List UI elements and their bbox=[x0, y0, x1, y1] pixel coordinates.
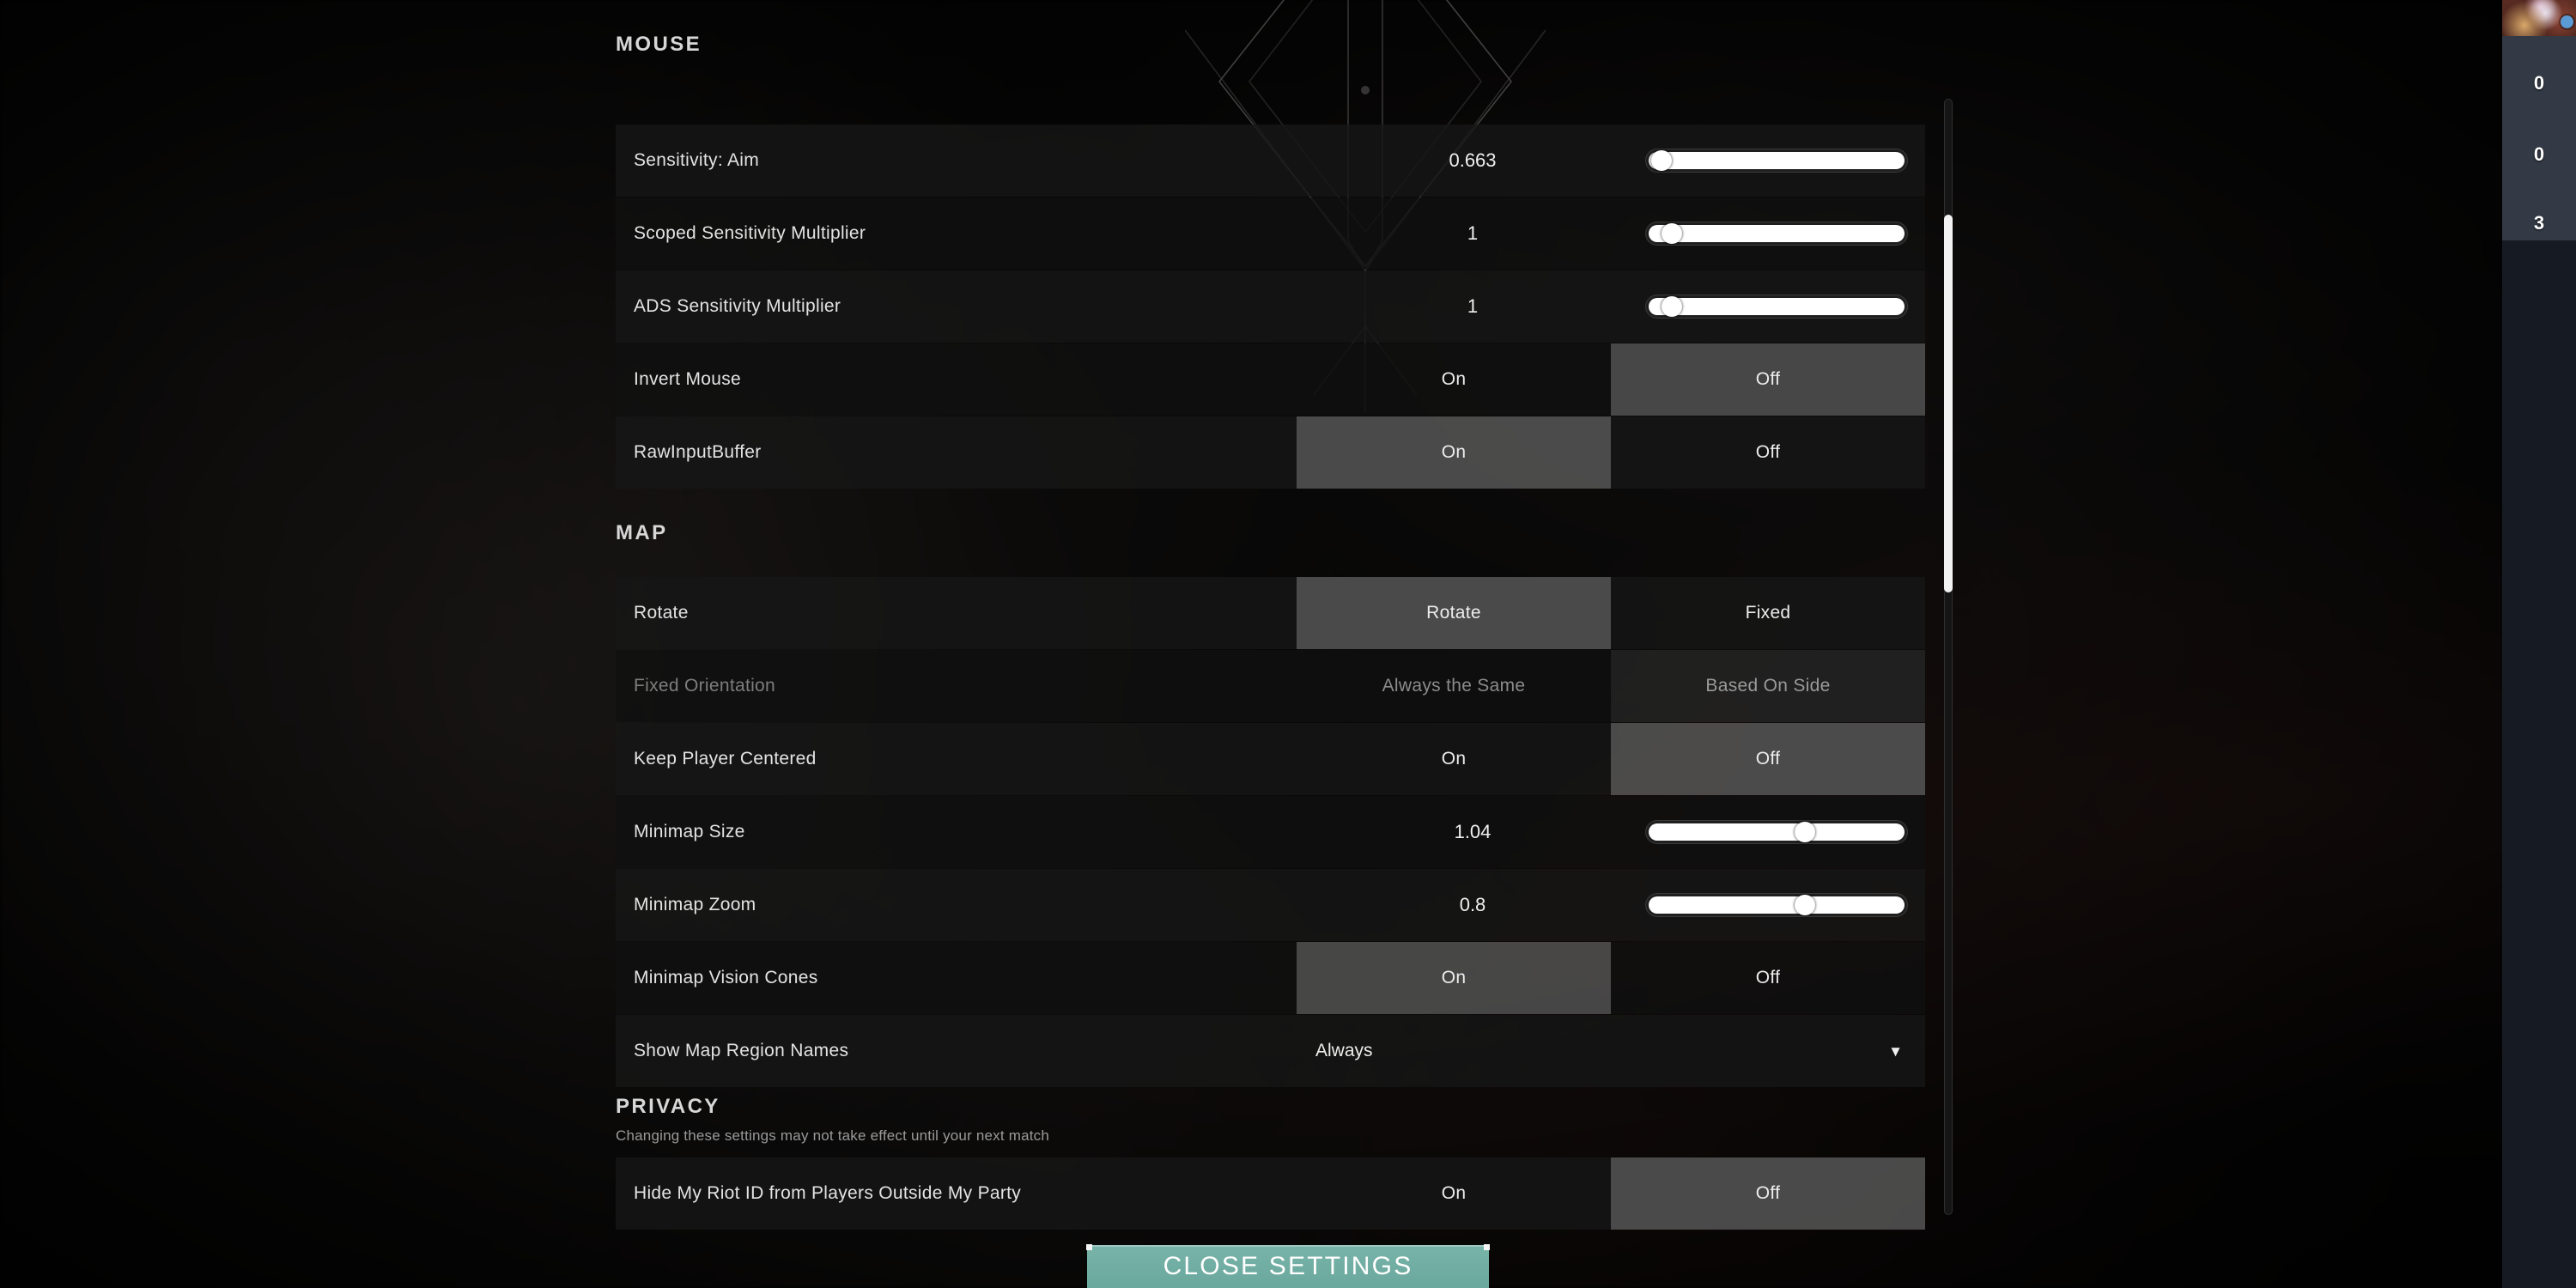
setting-label: Fixed Orientation bbox=[634, 676, 776, 696]
setting-label: ADS Sensitivity Multiplier bbox=[634, 296, 841, 316]
settings-row: ADS Sensitivity Multiplier 1 bbox=[616, 270, 1925, 343]
close-settings-button[interactable]: CLOSE SETTINGS bbox=[1086, 1244, 1490, 1288]
settings-row: Minimap Size 1.04 bbox=[616, 796, 1925, 868]
setting-dropdown[interactable]: Always ▼ bbox=[1297, 1015, 1925, 1087]
setting-control: On Off bbox=[1297, 1157, 1925, 1230]
settings-row: Invert Mouse On Off bbox=[616, 343, 1925, 416]
setting-control: 1 bbox=[1297, 197, 1925, 270]
setting-control: On Off bbox=[1297, 416, 1925, 489]
setting-control: 0.663 bbox=[1297, 125, 1925, 197]
toggle-option-on[interactable]: On bbox=[1297, 343, 1611, 416]
toggle-option-on[interactable]: On bbox=[1297, 723, 1611, 795]
setting-label: RawInputBuffer bbox=[634, 442, 762, 462]
player-stat-value: 0 bbox=[2533, 72, 2545, 94]
setting-control: Always ▼ bbox=[1297, 1015, 1925, 1087]
setting-value: 1.04 bbox=[1454, 821, 1492, 842]
setting-label: Minimap Vision Cones bbox=[634, 968, 818, 987]
setting-value: 0.663 bbox=[1449, 149, 1497, 171]
settings-row: Minimap Vision Cones On Off bbox=[616, 942, 1925, 1014]
setting-label: Minimap Zoom bbox=[634, 895, 756, 914]
toggle-option-always-the-same: Always the Same bbox=[1382, 676, 1526, 696]
setting-value: 0.8 bbox=[1459, 894, 1486, 915]
toggle-option-fixed[interactable]: Fixed bbox=[1611, 577, 1925, 649]
section-subtitle-privacy: Changing these settings may not take eff… bbox=[616, 1127, 1050, 1144]
setting-control: Rotate Fixed bbox=[1297, 577, 1925, 649]
toggle-option-based-on-side: Based On Side bbox=[1611, 650, 1925, 722]
setting-slider[interactable] bbox=[1649, 822, 1905, 842]
slider-handle[interactable] bbox=[1661, 223, 1682, 244]
toggle-option-on[interactable]: On bbox=[1297, 1157, 1611, 1230]
close-settings-label: CLOSE SETTINGS bbox=[1163, 1252, 1413, 1280]
dropdown-value: Always bbox=[1315, 1041, 1373, 1060]
settings-panel: MOUSE Sensitivity: Aim 0.663 Scoped Sensiti… bbox=[616, 0, 1925, 1288]
toggle-option-off[interactable]: Off bbox=[1611, 942, 1925, 1014]
setting-control: On Off bbox=[1297, 942, 1925, 1014]
toggle-option-on[interactable]: On bbox=[1297, 942, 1611, 1014]
setting-control: On Off bbox=[1297, 343, 1925, 416]
button-corner-marker bbox=[1086, 1244, 1092, 1250]
toggle-option-off[interactable]: Off bbox=[1611, 343, 1925, 416]
slider-cell bbox=[1649, 796, 1925, 868]
setting-control: Always the Same Based On Side bbox=[1297, 650, 1925, 722]
settings-row: Scoped Sensitivity Multiplier 1 bbox=[616, 197, 1925, 270]
slider-cell bbox=[1649, 270, 1925, 343]
slider-handle[interactable] bbox=[1650, 150, 1672, 171]
settings-row: Rotate Rotate Fixed bbox=[616, 577, 1925, 649]
setting-label: Scoped Sensitivity Multiplier bbox=[634, 223, 866, 243]
toggle-option-off[interactable]: Off bbox=[1611, 1157, 1925, 1230]
settings-row: Keep Player Centered On Off bbox=[616, 723, 1925, 795]
setting-control: 1 bbox=[1297, 270, 1925, 343]
setting-slider[interactable] bbox=[1649, 150, 1905, 171]
section-header-mouse: MOUSE bbox=[616, 33, 702, 56]
setting-label: Keep Player Centered bbox=[634, 749, 817, 769]
toggle-option-on[interactable]: On bbox=[1297, 416, 1611, 489]
setting-label: Invert Mouse bbox=[634, 369, 741, 389]
setting-label: Rotate bbox=[634, 603, 689, 623]
online-status-dot bbox=[2561, 15, 2573, 28]
settings-row: Fixed Orientation Always the Same Based On… bbox=[616, 650, 1925, 722]
avatar[interactable] bbox=[2502, 0, 2576, 36]
chevron-down-icon[interactable]: ▼ bbox=[1888, 1044, 1903, 1059]
slider-handle[interactable] bbox=[1661, 296, 1682, 317]
setting-slider[interactable] bbox=[1649, 296, 1905, 317]
setting-control: 1.04 bbox=[1297, 796, 1925, 868]
setting-slider[interactable] bbox=[1649, 223, 1905, 244]
settings-row: Show Map Region Names Always ▼ bbox=[616, 1015, 1925, 1087]
setting-control: On Off bbox=[1297, 723, 1925, 795]
settings-row: Hide My Riot ID from Players Outside My … bbox=[616, 1157, 1925, 1230]
section-header-map: MAP bbox=[616, 521, 668, 544]
slider-handle[interactable] bbox=[1794, 895, 1815, 915]
setting-value: 1 bbox=[1467, 222, 1479, 244]
slider-cell bbox=[1649, 125, 1925, 197]
setting-label: Minimap Size bbox=[634, 822, 745, 841]
player-stat-value: 3 bbox=[2533, 212, 2545, 234]
button-corner-marker bbox=[1484, 1244, 1490, 1250]
setting-slider[interactable] bbox=[1649, 895, 1905, 915]
slider-handle[interactable] bbox=[1794, 822, 1815, 842]
player-sidebar: 0 0 3 bbox=[2502, 0, 2576, 1288]
settings-scrollbar-thumb[interactable] bbox=[1944, 215, 1953, 592]
setting-label: Hide My Riot ID from Players Outside My … bbox=[634, 1183, 1022, 1203]
setting-value: 1 bbox=[1467, 295, 1479, 317]
player-stat-value: 0 bbox=[2533, 143, 2545, 165]
settings-row: Sensitivity: Aim 0.663 bbox=[616, 125, 1925, 197]
setting-control: 0.8 bbox=[1297, 869, 1925, 941]
slider-cell bbox=[1649, 869, 1925, 941]
toggle-option-rotate[interactable]: Rotate bbox=[1297, 577, 1611, 649]
settings-row: Minimap Zoom 0.8 bbox=[616, 869, 1925, 941]
toggle-option-off[interactable]: Off bbox=[1611, 416, 1925, 489]
section-header-privacy: PRIVACY bbox=[616, 1095, 720, 1118]
setting-label: Sensitivity: Aim bbox=[634, 150, 760, 170]
sidebar-lower-panel bbox=[2502, 240, 2576, 1288]
toggle-option-off[interactable]: Off bbox=[1611, 723, 1925, 795]
setting-label: Show Map Region Names bbox=[634, 1041, 849, 1060]
slider-cell bbox=[1649, 197, 1925, 270]
player-stats-panel: 0 0 3 bbox=[2502, 36, 2576, 240]
settings-row: RawInputBuffer On Off bbox=[616, 416, 1925, 489]
